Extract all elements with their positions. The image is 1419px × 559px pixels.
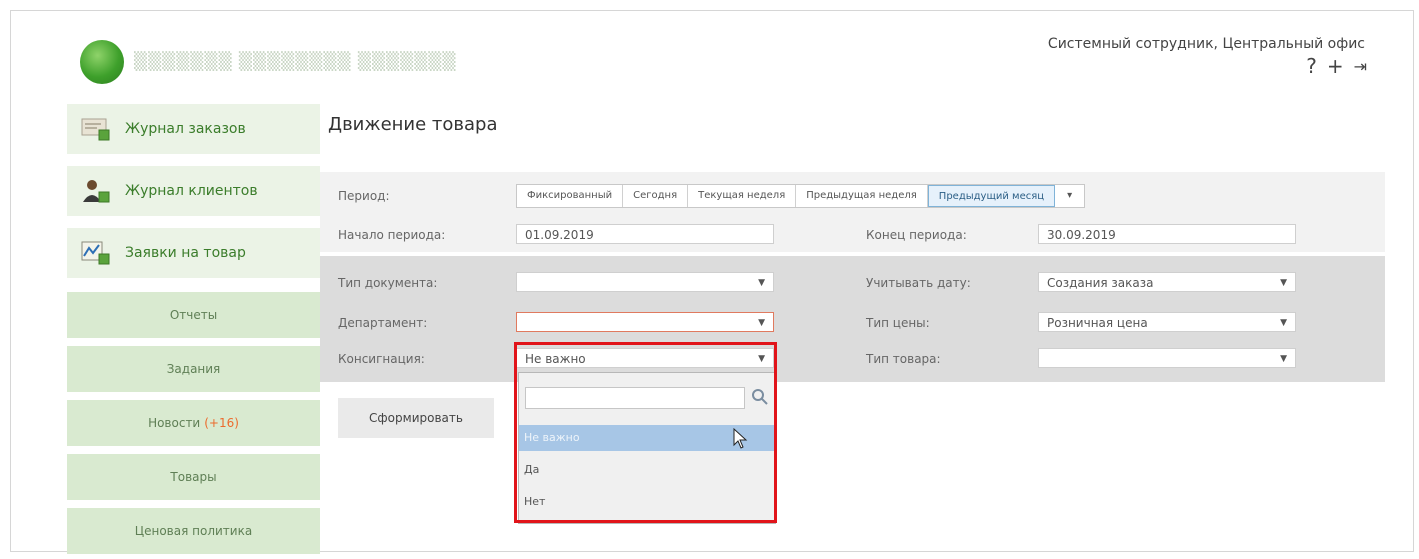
sidebar-item-orders-journal[interactable]: Журнал заказов [67, 104, 320, 154]
sidebar-button-products[interactable]: Товары [67, 454, 320, 500]
product-type-label: Тип товара: [866, 352, 941, 366]
logo-text-blurred: ▒▒▒▒▒▒▒ ▒▒▒▒▒▒▒▒ ▒▒▒▒▒▒▒ [134, 52, 457, 72]
sidebar-button-news[interactable]: Новости (+16) [67, 400, 320, 446]
period-tabs: Фиксированный Сегодня Текущая неделя Пре… [516, 184, 1086, 208]
plus-icon[interactable]: + [1327, 54, 1344, 78]
tab-current-week[interactable]: Текущая неделя [688, 185, 797, 207]
period-label: Период: [338, 189, 390, 203]
date-basis-value: Создания заказа [1047, 276, 1154, 290]
price-type-value: Розничная цена [1047, 316, 1148, 330]
chevron-down-icon: ▼ [1280, 278, 1287, 288]
sidebar-item-label: Заявки на товар [125, 245, 246, 261]
doc-type-select[interactable]: ▼ [516, 272, 774, 292]
help-icon[interactable]: ? [1306, 54, 1317, 78]
sidebar-button-label: Ценовая политика [134, 524, 253, 538]
news-count-badge: (+16) [204, 416, 239, 430]
sidebar-item-product-requests[interactable]: Заявки на товар [67, 228, 320, 278]
date-basis-label: Учитывать дату: [866, 276, 971, 290]
start-date-label: Начало периода: [338, 228, 446, 242]
sidebar-button-label: Задания [166, 362, 221, 376]
user-info: Системный сотрудник, Центральный офис [1047, 36, 1365, 52]
header-icons: ? + ⇥ [1306, 54, 1367, 78]
sidebar-button-tasks[interactable]: Задания [67, 346, 320, 392]
sidebar-button-label: Отчеты [169, 308, 218, 322]
tab-today[interactable]: Сегодня [623, 185, 689, 207]
end-date-label: Конец периода: [866, 228, 967, 242]
sidebar-button-label: Товары [170, 470, 217, 484]
highlight-frame [514, 342, 777, 523]
chevron-down-icon: ▼ [1280, 354, 1287, 364]
period-more-chevron-icon[interactable]: ▾ [1055, 185, 1084, 207]
end-date-input[interactable]: 30.09.2019 [1038, 224, 1296, 244]
clients-journal-icon [83, 180, 110, 203]
page-title: Движение товара [328, 114, 498, 135]
tab-previous-week[interactable]: Предыдущая неделя [796, 185, 928, 207]
sidebar-item-label: Журнал клиентов [125, 183, 258, 199]
doc-type-label: Тип документа: [338, 276, 438, 290]
department-select[interactable]: ▼ [516, 312, 774, 332]
chevron-down-icon: ▼ [758, 318, 765, 328]
logout-icon[interactable]: ⇥ [1354, 57, 1367, 76]
department-label: Департамент: [338, 316, 428, 330]
product-type-select[interactable]: ▼ [1038, 348, 1296, 368]
tab-fixed[interactable]: Фиксированный [517, 185, 624, 207]
sidebar-button-pricing-policy[interactable]: Ценовая политика [67, 508, 320, 554]
chevron-down-icon: ▼ [1280, 318, 1287, 328]
sidebar-button-reports[interactable]: Отчеты [67, 292, 320, 338]
price-type-select[interactable]: Розничная цена ▼ [1038, 312, 1296, 332]
sidebar-item-label: Журнал заказов [125, 121, 246, 137]
consignment-label: Консигнация: [338, 352, 425, 366]
start-date-input[interactable]: 01.09.2019 [516, 224, 774, 244]
company-logo [80, 40, 124, 84]
generate-button[interactable]: Сформировать [338, 398, 494, 438]
tab-previous-month[interactable]: Предыдущий месяц [927, 185, 1056, 207]
date-basis-select[interactable]: Создания заказа ▼ [1038, 272, 1296, 292]
orders-journal-icon [81, 118, 110, 141]
product-requests-icon [81, 241, 110, 265]
sidebar-item-clients-journal[interactable]: Журнал клиентов [67, 166, 320, 216]
chevron-down-icon: ▼ [758, 278, 765, 288]
price-type-label: Тип цены: [866, 316, 930, 330]
sidebar-button-label: Новости [148, 416, 201, 430]
